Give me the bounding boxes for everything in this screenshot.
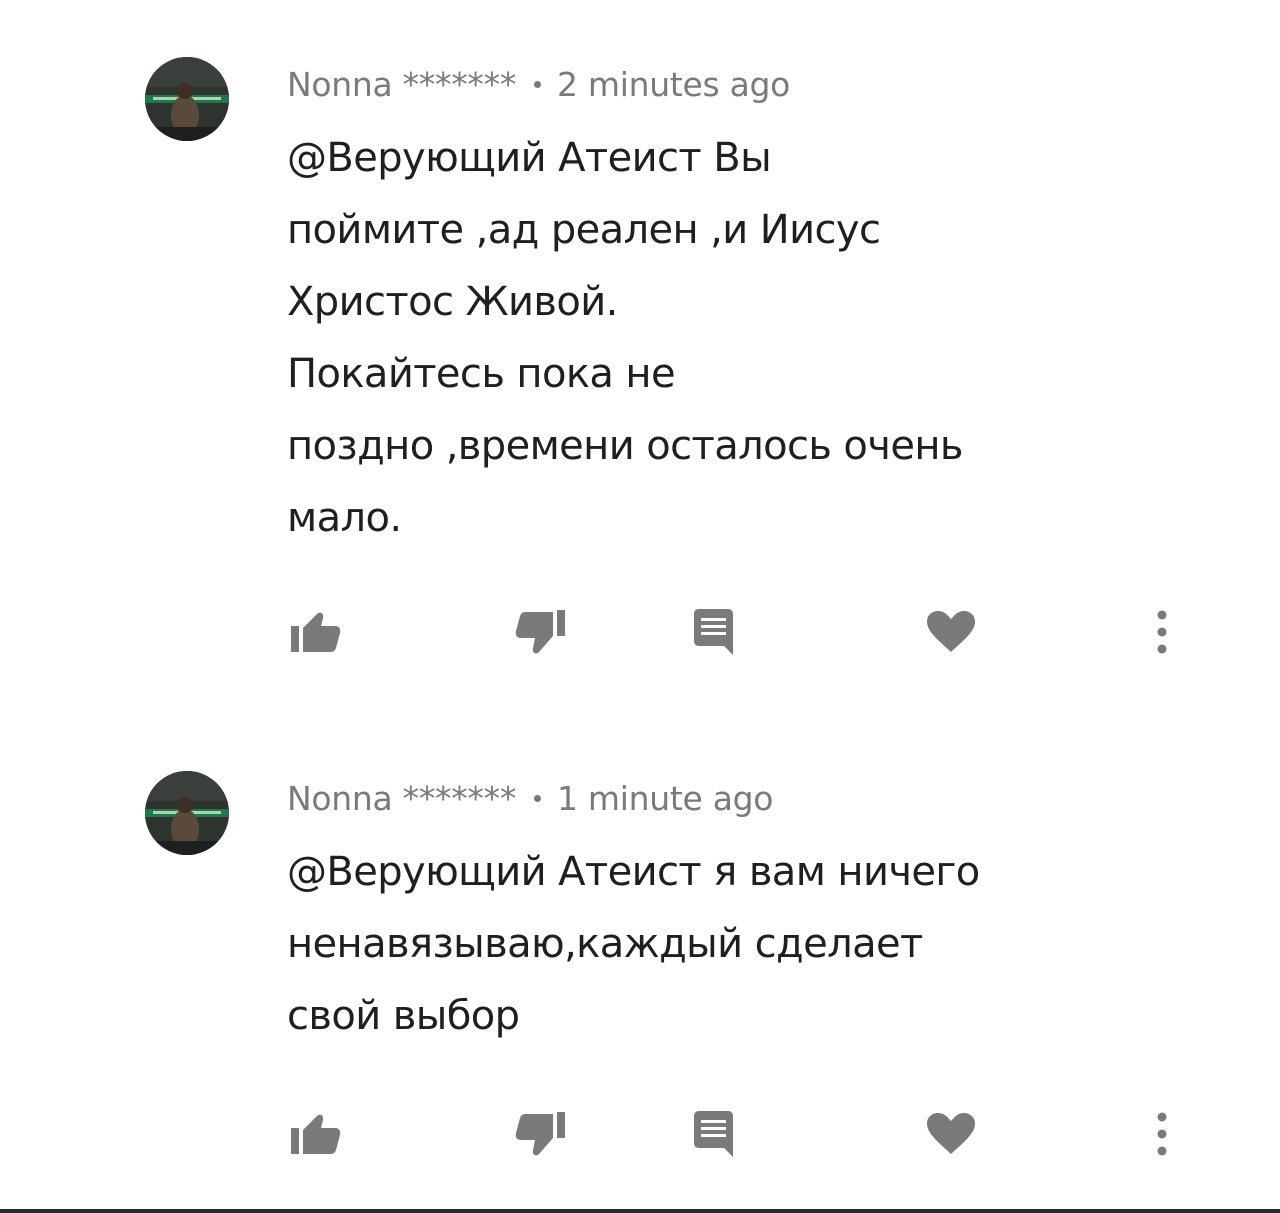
heart-icon [927,1113,975,1154]
thumb-up-icon [291,1114,341,1154]
more-vertical-icon [1157,610,1167,654]
more-options-button[interactable] [1142,602,1182,662]
thumb-up-icon [291,612,341,652]
thumb-down-icon [515,1112,565,1156]
comment-line: Покайтесь пока не [287,351,676,397]
more-vertical-icon [1157,1112,1167,1156]
dislike-button[interactable] [506,602,576,662]
like-button[interactable] [280,1104,350,1164]
author-name[interactable]: Nonna ******* [287,779,516,818]
comment-actions [0,1104,1280,1164]
comment-meta: Nonna ******* 1 minute ago [287,774,773,822]
comment-line: @Верующий Атеист Вы [287,135,772,181]
avatar[interactable] [145,57,229,141]
timestamp: 1 minute ago [557,778,774,818]
comment-line: ненавязываю,каждый сделает [287,921,923,967]
comment-line: поздно ,времени осталось очень [287,423,963,469]
bottom-divider [0,1209,1280,1213]
heart-icon [927,611,975,652]
like-button[interactable] [280,602,350,662]
heart-button[interactable] [918,602,984,662]
comment-line: Христос Живой. [287,279,618,325]
comment-text: @Верующий Атеист Вы поймите ,ад реален ,… [287,122,1187,554]
separator-dot [534,80,542,88]
avatar[interactable] [145,771,229,855]
comment-actions [0,602,1280,662]
thumb-down-icon [515,610,565,654]
dislike-button[interactable] [506,1104,576,1164]
reply-button[interactable] [680,602,744,662]
comment-text: @Верующий Атеист я вам ничего ненавязыва… [287,836,1187,1052]
comment-meta: Nonna ******* 2 minutes ago [287,60,790,108]
comment-line: мало. [287,495,402,541]
heart-button[interactable] [918,1104,984,1164]
more-options-button[interactable] [1142,1104,1182,1164]
reply-button[interactable] [680,1104,744,1164]
comment-line: поймите ,ад реален ,и Иисус [287,207,881,253]
author-name[interactable]: Nonna ******* [287,65,516,104]
timestamp: 2 minutes ago [557,64,791,104]
separator-dot [534,794,542,802]
comment-line: @Верующий Атеист я вам ничего [287,849,980,895]
comment-icon [694,1111,733,1157]
comment-line: свой выбор [287,993,520,1039]
comment-icon [694,609,733,655]
